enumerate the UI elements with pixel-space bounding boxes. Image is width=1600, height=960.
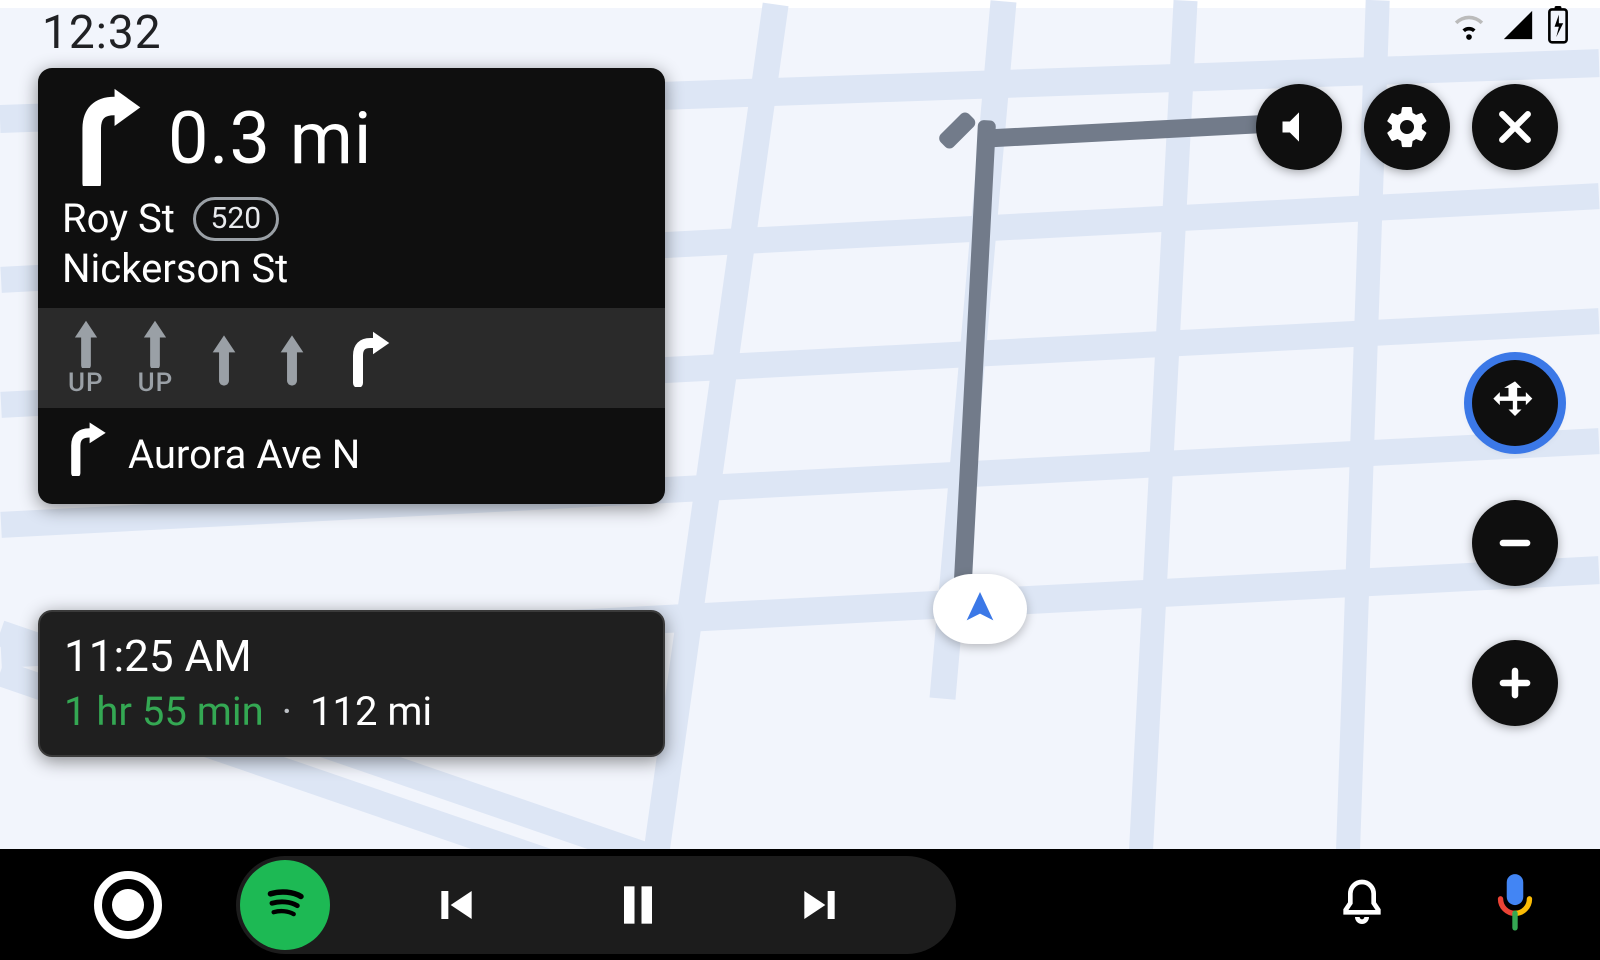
battery-charging-icon [1546, 6, 1570, 44]
play-pause-button[interactable] [610, 877, 666, 933]
turn-right-icon [62, 422, 108, 486]
lane-4 [275, 329, 309, 387]
nav-street-names: Roy St 520 Nickerson St [38, 194, 665, 308]
status-icons [1448, 6, 1570, 44]
lane-guidance: UP UP [38, 308, 665, 408]
skip-previous-icon [425, 877, 481, 933]
next-track-button[interactable] [795, 877, 851, 933]
nav-next-step: Aurora Ave N [38, 408, 665, 504]
close-button[interactable] [1472, 84, 1558, 170]
map-area[interactable]: 12:32 [0, 0, 1600, 849]
turn-right-icon [62, 86, 150, 190]
lane-label: UP [68, 368, 104, 398]
close-icon [1493, 105, 1537, 149]
current-location-marker [933, 574, 1027, 644]
route-line [985, 114, 1276, 147]
media-widget[interactable] [236, 856, 956, 954]
trip-summary-card[interactable]: 11:25 AM 1 hr 55 min · 112 mi [38, 610, 665, 757]
pause-icon [610, 877, 666, 933]
gear-icon [1383, 103, 1431, 151]
navigation-arrow-icon [960, 587, 1000, 631]
status-clock: 12:32 [42, 6, 162, 60]
separator-dot: · [282, 688, 292, 735]
notifications-button[interactable] [1334, 875, 1390, 935]
wifi-icon [1448, 8, 1490, 42]
microphone-icon [1490, 919, 1540, 938]
pan-button[interactable] [1472, 360, 1558, 446]
spotify-app-button[interactable] [240, 860, 330, 950]
trip-eta: 11:25 AM [64, 630, 639, 682]
lane-straight-icon [69, 318, 103, 368]
cellular-icon [1498, 8, 1538, 42]
zoom-out-button[interactable] [1472, 500, 1558, 586]
lane-2: UP [138, 318, 174, 398]
settings-button[interactable] [1364, 84, 1450, 170]
route-line [937, 110, 978, 151]
lane-straight-icon [138, 318, 172, 368]
lane-label: UP [138, 368, 174, 398]
mute-button[interactable] [1256, 84, 1342, 170]
street-primary: Roy St [62, 195, 175, 242]
lane-5-active [343, 329, 393, 387]
route-shield: 520 [193, 197, 279, 241]
system-bottom-bar [0, 849, 1600, 960]
trip-duration: 1 hr 55 min [64, 688, 264, 735]
bell-icon [1334, 916, 1390, 935]
zoom-in-button[interactable] [1472, 640, 1558, 726]
voice-assistant-button[interactable] [1490, 872, 1540, 938]
lane-3 [207, 329, 241, 387]
trip-detail: 1 hr 55 min · 112 mi [64, 688, 639, 735]
lane-straight-icon [275, 329, 309, 387]
street-secondary: Nickerson St [62, 244, 641, 294]
minus-icon [1492, 520, 1538, 566]
lane-1: UP [68, 318, 104, 398]
nav-primary-maneuver: 0.3 mi [38, 68, 665, 194]
volume-mute-icon [1277, 105, 1321, 149]
plus-icon [1492, 660, 1538, 706]
spotify-icon [256, 874, 314, 936]
previous-track-button[interactable] [425, 877, 481, 933]
lane-right-icon [343, 329, 393, 387]
next-step-street: Aurora Ave N [128, 431, 360, 478]
skip-next-icon [795, 877, 851, 933]
lane-straight-icon [207, 329, 241, 387]
maneuver-distance: 0.3 mi [168, 96, 372, 181]
trip-distance: 112 mi [310, 688, 432, 735]
home-button[interactable] [94, 871, 162, 939]
pan-icon [1489, 377, 1541, 429]
navigation-card: 0.3 mi Roy St 520 Nickerson St UP UP [38, 68, 665, 504]
